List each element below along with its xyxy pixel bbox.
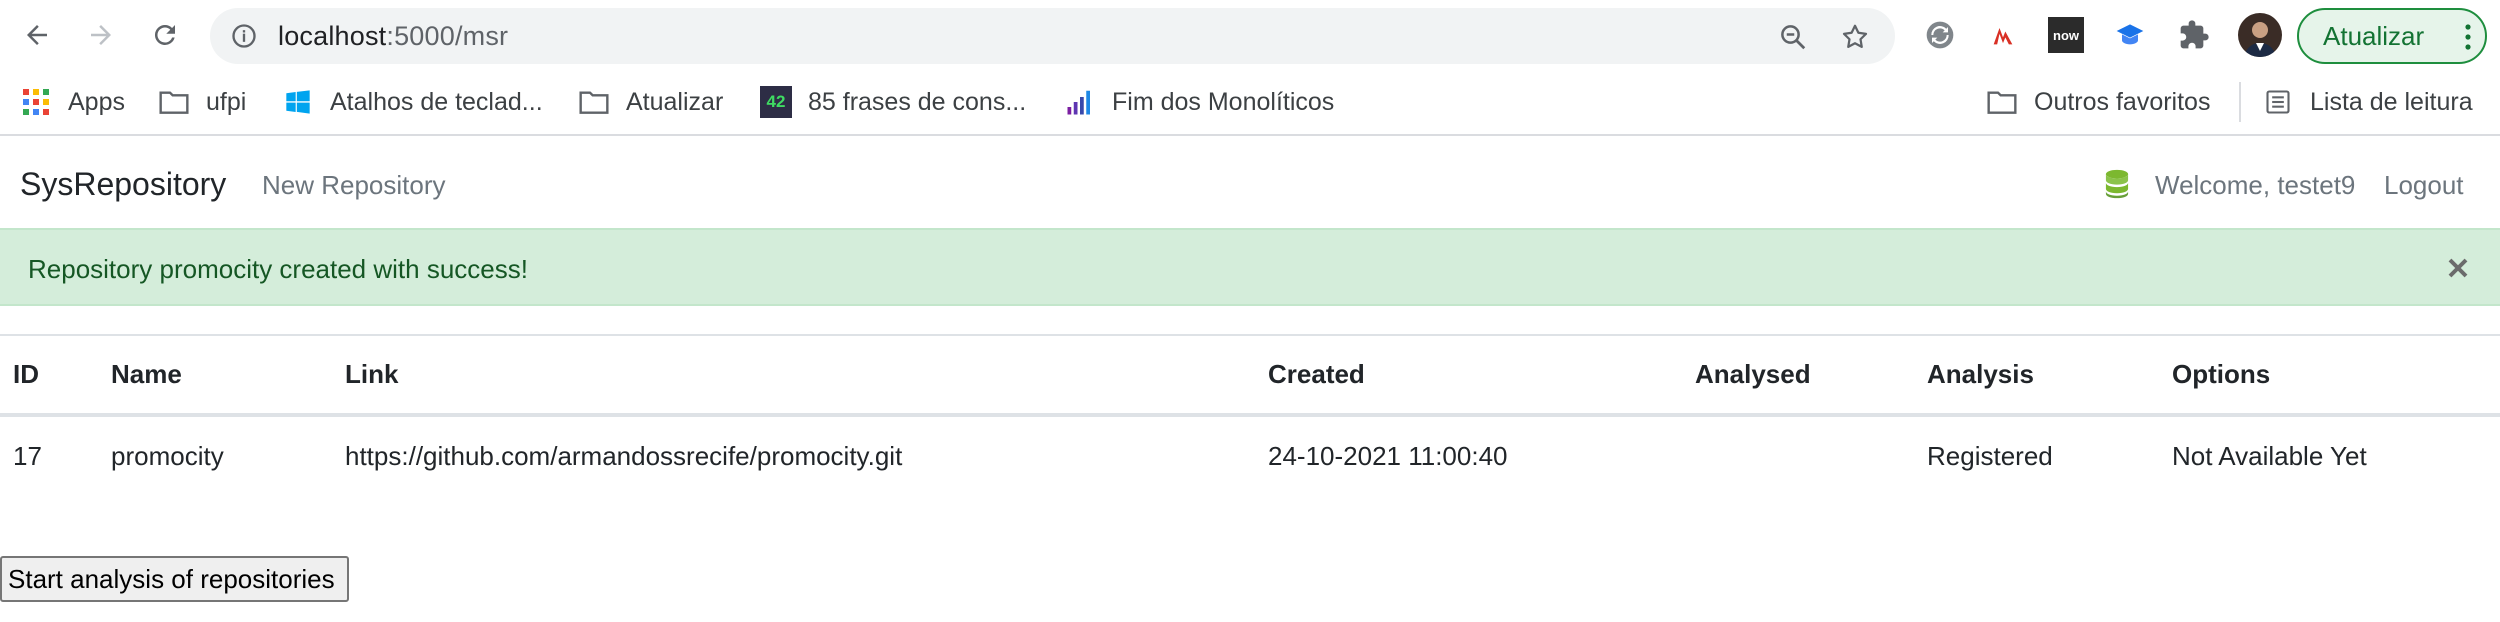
cell-analysis: Registered <box>1927 440 2053 471</box>
brand-link[interactable]: SysRepository <box>20 166 226 203</box>
cell-id: 17 <box>13 440 42 471</box>
site-info-icon[interactable] <box>230 22 258 50</box>
url-text[interactable]: localhost:5000/msr <box>278 22 508 50</box>
red-extension-icon[interactable] <box>1985 17 2021 53</box>
reload-button[interactable] <box>144 14 186 56</box>
extensions-puzzle-icon[interactable] <box>2176 17 2212 53</box>
table-row: 17 promocity https://github.com/armandos… <box>0 415 2500 495</box>
bookmark-ufpi[interactable]: ufpi <box>158 84 246 120</box>
now-badge: now <box>2053 27 2079 43</box>
zoom-out-icon[interactable] <box>1778 22 1808 52</box>
folder-icon <box>158 86 190 118</box>
profile-avatar-icon[interactable] <box>2238 13 2282 57</box>
reading-list-icon <box>2262 86 2294 118</box>
repository-table: ID Name Link Created Analysed Analysis O… <box>0 334 2500 495</box>
alert-close-button[interactable] <box>2442 252 2474 284</box>
arrow-right-icon <box>91 25 111 45</box>
alert-message: Repository promocity created with succes… <box>28 254 528 284</box>
header-id: ID <box>0 334 98 417</box>
update-browser-button[interactable]: Atualizar <box>2297 8 2487 64</box>
bookmark-fim-monoliticos[interactable]: Fim dos Monolíticos <box>1064 84 1334 120</box>
windows-icon <box>282 86 314 118</box>
app-navbar: SysRepository New Repository Welcome, te… <box>0 138 2500 228</box>
forward-button[interactable] <box>80 14 122 56</box>
browser-toolbar: localhost:5000/msr now Atualizar <box>0 0 2500 70</box>
42-icon: 42 <box>760 86 792 118</box>
graduation-extension-icon[interactable] <box>2112 17 2148 53</box>
bar-chart-icon <box>1064 86 1096 118</box>
cell-link: https://github.com/armandossrecife/promo… <box>345 440 903 471</box>
header-analysis: Analysis <box>1914 334 2159 417</box>
cell-created: 24-10-2021 11:00:40 <box>1268 440 1508 471</box>
bookmark-other-favorites[interactable]: Outros favoritos <box>1986 84 2210 120</box>
arrow-left-icon <box>27 25 47 45</box>
logout-link[interactable]: Logout <box>2384 170 2464 201</box>
bookmark-atualizar[interactable]: Atualizar <box>578 84 723 120</box>
close-icon <box>2448 258 2468 278</box>
folder-icon <box>578 86 610 118</box>
url-path: :5000/msr <box>386 21 509 51</box>
table-header-row: ID Name Link Created Analysed Analysis O… <box>0 334 2500 417</box>
success-alert: Repository promocity created with succes… <box>0 228 2500 306</box>
database-icon <box>2105 169 2129 199</box>
header-analysed: Analysed <box>1682 334 1914 417</box>
start-analysis-button[interactable]: Start analysis of repositories <box>0 556 349 602</box>
bookmark-apps[interactable]: Apps <box>20 84 125 120</box>
bookmark-label: ufpi <box>206 87 247 116</box>
apps-grid-icon <box>20 86 52 118</box>
bookmark-label: Fim dos Monolíticos <box>1112 87 1335 116</box>
header-created: Created <box>1255 334 1682 417</box>
now-extension-icon[interactable]: now <box>2048 17 2084 53</box>
bookmark-85-frases[interactable]: 42 85 frases de cons... <box>760 84 1026 120</box>
reading-list[interactable]: Lista de leitura <box>2262 84 2473 120</box>
cell-analysed <box>1682 415 1914 495</box>
new-repository-link[interactable]: New Repository <box>262 170 446 201</box>
address-bar[interactable]: localhost:5000/msr <box>210 8 1895 64</box>
header-name: Name <box>98 334 332 417</box>
bookmark-separator <box>2239 82 2241 122</box>
more-vert-icon[interactable] <box>2465 22 2471 52</box>
bookmark-label: Atalhos de teclad... <box>330 87 543 116</box>
reload-icon <box>154 24 175 45</box>
bookmark-label: Apps <box>68 87 125 116</box>
update-label: Atualizar <box>2323 20 2425 51</box>
bookmark-atalhos[interactable]: Atalhos de teclad... <box>282 84 543 120</box>
welcome-text: Welcome, testet9 <box>2155 170 2356 200</box>
url-host: localhost <box>278 21 387 51</box>
bookmark-label: Atualizar <box>626 87 724 116</box>
cell-options: Not Available Yet <box>2172 440 2367 471</box>
bookmark-label: Outros favoritos <box>2034 87 2211 116</box>
bookmarks-bar: Apps ufpi Atalhos de teclad... Atualizar… <box>0 70 2500 136</box>
folder-icon <box>1986 86 2018 118</box>
bookmark-label: 85 frases de cons... <box>808 87 1027 116</box>
header-options: Options <box>2159 334 2500 417</box>
sync-extension-icon[interactable] <box>1922 17 1958 53</box>
header-link: Link <box>332 334 1255 417</box>
back-button[interactable] <box>16 14 58 56</box>
bookmark-star-icon[interactable] <box>1840 22 1870 52</box>
cell-name: promocity <box>111 440 224 471</box>
bookmark-label: Lista de leitura <box>2310 87 2473 116</box>
repository-table-container: ID Name Link Created Analysed Analysis O… <box>0 334 2500 495</box>
42-badge: 42 <box>766 92 786 111</box>
